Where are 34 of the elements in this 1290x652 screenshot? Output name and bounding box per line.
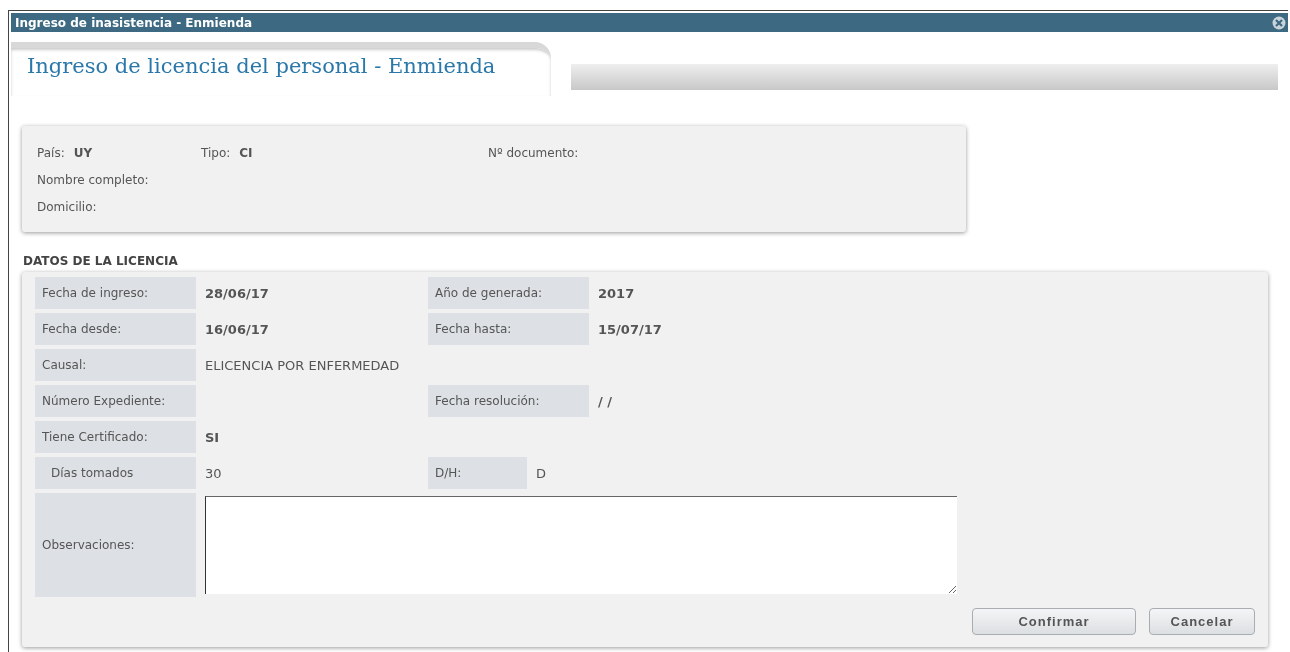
field-value: 2017 <box>598 285 635 301</box>
field-value: CI <box>239 146 253 160</box>
field-label: D/H: <box>428 457 527 489</box>
field-label: Días tomados <box>35 457 196 489</box>
observations-field[interactable] <box>205 496 957 594</box>
field-value: 30 <box>205 465 222 481</box>
field-value: UY <box>73 146 93 160</box>
field-value: 16/06/17 <box>205 321 269 337</box>
section-title: DATOS DE LA LICENCIA <box>23 254 179 268</box>
field-label: Tiene Certificado: <box>35 421 196 453</box>
field-label: Tipo: <box>201 146 231 160</box>
action-button[interactable]: Confirmar <box>972 608 1136 635</box>
field-label: Fecha hasta: <box>428 313 589 345</box>
field-label: País: <box>37 146 65 160</box>
field-value: ELICENCIA POR ENFERMEDAD <box>205 357 400 373</box>
field-label: Año de generada: <box>428 277 589 309</box>
field-label: Número Expediente: <box>35 385 196 417</box>
page-title: Ingreso de licencia del personal - Enmienda <box>27 54 496 78</box>
field-value: 15/07/17 <box>598 321 662 337</box>
field-label: Nº documento: <box>488 146 579 160</box>
field-value: 28/06/17 <box>205 285 269 301</box>
action-button[interactable]: Cancelar <box>1149 608 1255 635</box>
close-icon[interactable] <box>1272 15 1286 30</box>
window-title: Ingreso de inasistencia - Enmienda <box>15 15 253 30</box>
field-label: Domicilio: <box>37 200 97 214</box>
field-label: Causal: <box>35 349 196 381</box>
field-label: Fecha desde: <box>35 313 196 345</box>
field-label: Observaciones: <box>35 493 196 597</box>
field-label: Nombre completo: <box>37 173 149 187</box>
field-label: Fecha de ingreso: <box>35 277 196 309</box>
field-value: / / <box>598 393 613 409</box>
field-label: Fecha resolución: <box>428 385 589 417</box>
field-value: D <box>536 465 546 481</box>
field-value: SI <box>205 429 220 445</box>
